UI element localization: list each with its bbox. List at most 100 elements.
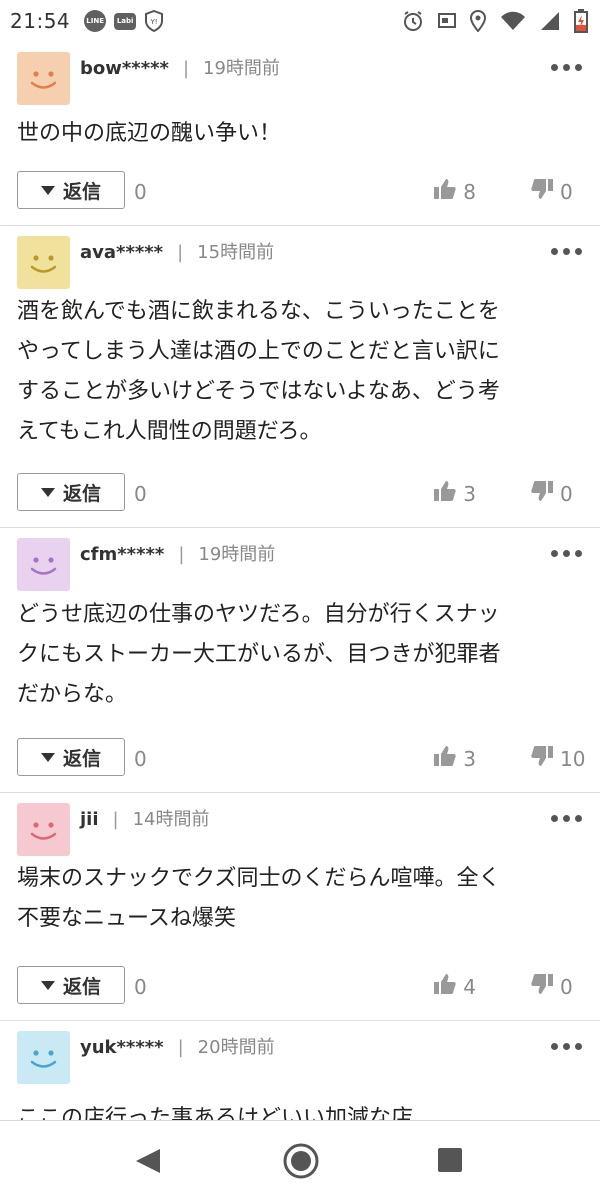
yahoo-shield-icon: Y! xyxy=(144,10,164,32)
thumbs-down-icon xyxy=(530,745,554,772)
comment-text-line: えてもこれ人間性の問題だろ。 xyxy=(17,419,322,444)
separator: | xyxy=(178,544,185,565)
comment-text-line: 世の中の底辺の醜い争い！ xyxy=(17,121,282,146)
wifi-icon xyxy=(500,11,526,31)
svg-text:Y!: Y! xyxy=(150,18,158,26)
like-button[interactable]: 4 xyxy=(433,973,476,1000)
comment-text-line: 不要なニュースね爆笑 xyxy=(17,906,236,931)
caret-down-icon xyxy=(40,980,55,990)
reply-label: 返信 xyxy=(62,180,101,203)
username[interactable]: cfm***** xyxy=(80,544,164,565)
comment-text-line: 酒を飲んでも酒に飲まれるな、こういったことを xyxy=(17,299,500,324)
comment-list: bow***** | 19時間前 世の中の底辺の醜い争い！ 返信 0 8 0 ava… xyxy=(0,42,600,1141)
reply-button[interactable]: 返信 xyxy=(17,966,125,1004)
like-button[interactable]: 8 xyxy=(433,178,476,205)
reply-button[interactable]: 返信 xyxy=(17,738,125,776)
caret-down-icon xyxy=(40,487,55,497)
comment-body: 世の中の底辺の醜い争い！ xyxy=(17,114,580,154)
avatar xyxy=(17,52,70,105)
more-options-button[interactable] xyxy=(547,60,586,75)
comment-header: ava***** | 15時間前 xyxy=(80,238,274,264)
comment-text-line: だからな。 xyxy=(17,682,128,707)
dislike-button[interactable]: 0 xyxy=(530,178,586,205)
comment-header: bow***** | 19時間前 xyxy=(80,54,280,80)
comment-text-line: 場末のスナックでクズ同士のくだらん喧嘩。全く xyxy=(17,866,501,891)
comment-body: どうせ底辺の仕事のヤツだろ。自分が行くスナッ クにもストーカー大工がいるが、目つ… xyxy=(17,595,580,715)
like-count: 8 xyxy=(463,179,476,204)
dislike-count: 0 xyxy=(560,974,573,999)
system-icons xyxy=(402,9,588,33)
reply-label: 返信 xyxy=(62,482,101,505)
reply-count: 0 xyxy=(134,975,147,999)
more-options-button[interactable] xyxy=(547,546,586,561)
post-time: 15時間前 xyxy=(197,242,275,263)
thumbs-up-icon xyxy=(433,973,457,1000)
username[interactable]: ava***** xyxy=(80,242,163,263)
comment-body: 場末のスナックでクズ同士のくだらん喧嘩。全く 不要なニュースね爆笑 xyxy=(17,859,580,939)
line-app-icon: LINE xyxy=(84,10,107,32)
comment-item: ava***** | 15時間前 酒を飲んでも酒に飲まれるな、こういったことを やっ… xyxy=(0,226,600,528)
username[interactable]: bow***** xyxy=(80,58,169,79)
comment-header: jii | 14時間前 xyxy=(80,805,210,831)
comment-header: yuk***** | 20時間前 xyxy=(80,1033,275,1059)
thumbs-up-icon xyxy=(433,178,457,205)
post-time: 19時間前 xyxy=(198,544,276,565)
separator: | xyxy=(182,58,190,79)
reply-label: 返信 xyxy=(62,975,101,998)
dislike-button[interactable]: 0 xyxy=(530,480,586,507)
dislike-button[interactable]: 10 xyxy=(530,745,586,772)
back-button[interactable] xyxy=(134,1147,162,1179)
signal-icon xyxy=(540,11,560,31)
status-bar: 21:54 LINE Labi Y! xyxy=(0,0,600,42)
comment-header: cfm***** | 19時間前 xyxy=(80,540,275,566)
clock-time: 21:54 xyxy=(10,9,71,33)
caret-down-icon xyxy=(40,185,55,195)
username[interactable]: yuk***** xyxy=(80,1037,164,1058)
username[interactable]: jii xyxy=(80,809,99,830)
like-count: 3 xyxy=(463,481,476,506)
comment-item: bow***** | 19時間前 世の中の底辺の醜い争い！ 返信 0 8 0 xyxy=(0,42,600,226)
more-options-button[interactable] xyxy=(547,244,586,259)
like-button[interactable]: 3 xyxy=(433,745,476,772)
avatar xyxy=(17,236,70,289)
more-options-button[interactable] xyxy=(547,811,586,826)
thumbs-up-icon xyxy=(433,745,457,772)
recent-apps-button[interactable] xyxy=(438,1148,462,1172)
avatar xyxy=(17,538,70,591)
thumbs-down-icon xyxy=(530,973,554,1000)
alarm-icon xyxy=(402,10,424,32)
dislike-count: 10 xyxy=(560,746,586,771)
comment-item: jii | 14時間前 場末のスナックでクズ同士のくだらん喧嘩。全く 不要なニュース… xyxy=(0,793,600,1021)
post-time: 19時間前 xyxy=(203,58,280,79)
comment-text-line: クにもストーカー大工がいるが、目つきが犯罪者 xyxy=(17,642,501,667)
more-options-button[interactable] xyxy=(547,1039,586,1054)
comment-text-line: やってしまう人達は酒の上でのことだと言い訳に xyxy=(17,339,500,364)
thumbs-down-icon xyxy=(530,480,554,507)
caret-down-icon xyxy=(40,752,55,762)
comment-text-line: することが多いけどそうではないよなあ、どう考 xyxy=(17,379,500,404)
like-button[interactable]: 3 xyxy=(433,480,476,507)
home-button[interactable] xyxy=(282,1142,320,1184)
thumbs-up-icon xyxy=(433,480,457,507)
avatar xyxy=(17,803,70,856)
dislike-count: 0 xyxy=(560,179,573,204)
separator: | xyxy=(112,809,119,830)
comment-text-line: どうせ底辺の仕事のヤツだろ。自分が行くスナッ xyxy=(17,602,500,627)
comment-item: cfm***** | 19時間前 どうせ底辺の仕事のヤツだろ。自分が行くスナッ クに… xyxy=(0,528,600,793)
separator: | xyxy=(177,242,184,263)
dislike-count: 0 xyxy=(560,481,573,506)
labi-app-icon: Labi xyxy=(114,12,137,30)
comment-body: 酒を飲んでも酒に飲まれるな、こういったことを やってしまう人達は酒の上でのことだ… xyxy=(17,292,580,452)
reply-label: 返信 xyxy=(62,747,101,770)
reply-count: 0 xyxy=(134,180,147,204)
reply-count: 0 xyxy=(134,747,147,771)
cast-icon xyxy=(438,13,456,29)
system-navigation-bar xyxy=(0,1120,600,1201)
reply-button[interactable]: 返信 xyxy=(17,473,125,511)
battery-charging-icon xyxy=(574,9,588,33)
reply-button[interactable]: 返信 xyxy=(17,171,125,209)
like-count: 4 xyxy=(463,974,476,999)
reply-count: 0 xyxy=(134,482,147,506)
post-time: 20時間前 xyxy=(197,1037,275,1058)
dislike-button[interactable]: 0 xyxy=(530,973,586,1000)
